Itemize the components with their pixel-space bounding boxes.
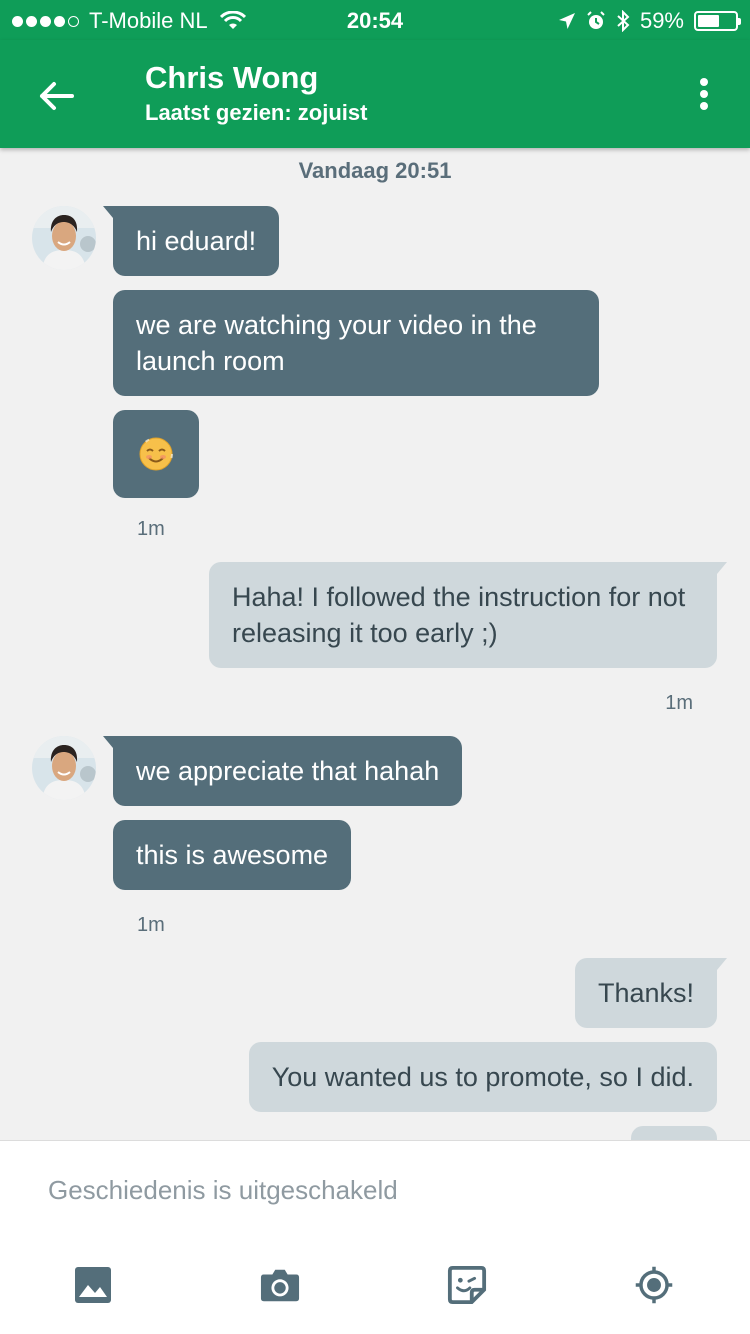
status-right: 59%: [558, 8, 741, 34]
more-vertical-icon: [700, 78, 708, 86]
location-target-icon: [635, 1266, 673, 1304]
back-button[interactable]: [30, 70, 82, 122]
message-bubble-incoming[interactable]: hi eduard!: [102, 206, 280, 276]
camera-icon: [260, 1269, 300, 1302]
message-bubble-incoming[interactable]: we appreciate that hahah: [102, 736, 463, 806]
composer: Geschiedenis is uitgeschakeld: [0, 1140, 750, 1334]
message-text: hi eduard!: [136, 226, 257, 256]
message-time: 1m: [137, 518, 165, 540]
more-options-button[interactable]: [694, 74, 714, 114]
message-text: You wanted us to promote, so I did.: [271, 1062, 694, 1092]
arrow-back-icon: [40, 82, 74, 110]
message-bubble-incoming[interactable]: [113, 410, 199, 498]
battery-percent: 59%: [639, 8, 684, 33]
battery-icon: [694, 11, 741, 31]
sticker-button[interactable]: [447, 1265, 487, 1305]
battery-fill: [698, 15, 720, 27]
alarm-icon: [587, 11, 605, 29]
sticker-icon: [447, 1265, 487, 1305]
day-stamp: Vandaag 20:51: [298, 158, 452, 183]
conversation-view[interactable]: Vandaag 20:51 hi eduard! we are watching…: [0, 148, 750, 1140]
location-arrow-icon: [558, 13, 575, 29]
message-bubble-incoming[interactable]: we are watching your video in the launch…: [113, 290, 599, 396]
app-bar: Chris Wong Laatst gezien: zojuist: [0, 40, 750, 148]
image-button[interactable]: [73, 1265, 113, 1305]
message-bubble-outgoing[interactable]: Haha! I followed the instruction for not…: [209, 562, 727, 668]
smiling-face-emoji-icon: [139, 437, 173, 471]
image-icon: [75, 1267, 111, 1303]
contact-name[interactable]: Chris Wong: [145, 60, 318, 96]
avatar-photo: [32, 206, 96, 270]
status-bar: T-Mobile NL 20:54 59%: [0, 0, 750, 40]
message-input[interactable]: Geschiedenis is uitgeschakeld: [48, 1175, 398, 1206]
message-text: we are watching your video in the launch…: [136, 310, 537, 376]
message-bubble-outgoing[interactable]: You wanted us to promote, so I did.: [248, 1042, 717, 1112]
location-button[interactable]: [634, 1265, 674, 1305]
message-text: we appreciate that hahah: [136, 756, 440, 786]
bluetooth-icon: [617, 10, 630, 32]
message-bubble-outgoing[interactable]: Thanks!: [574, 958, 728, 1028]
avatar-photo: [32, 736, 96, 800]
message-text: this is awesome: [136, 840, 329, 870]
contact-avatar[interactable]: [32, 736, 96, 800]
last-seen: Laatst gezien: zojuist: [145, 100, 368, 125]
contact-avatar[interactable]: [32, 206, 96, 270]
message-text: Haha! I followed the instruction for not…: [232, 582, 686, 648]
message-bubble-incoming[interactable]: this is awesome: [113, 820, 352, 890]
message-bubble-outgoing-partial[interactable]: [631, 1126, 717, 1140]
message-time: 1m: [665, 692, 693, 714]
camera-button[interactable]: [260, 1265, 300, 1305]
message-time: 1m: [137, 914, 165, 936]
message-text: Thanks!: [597, 978, 694, 1008]
